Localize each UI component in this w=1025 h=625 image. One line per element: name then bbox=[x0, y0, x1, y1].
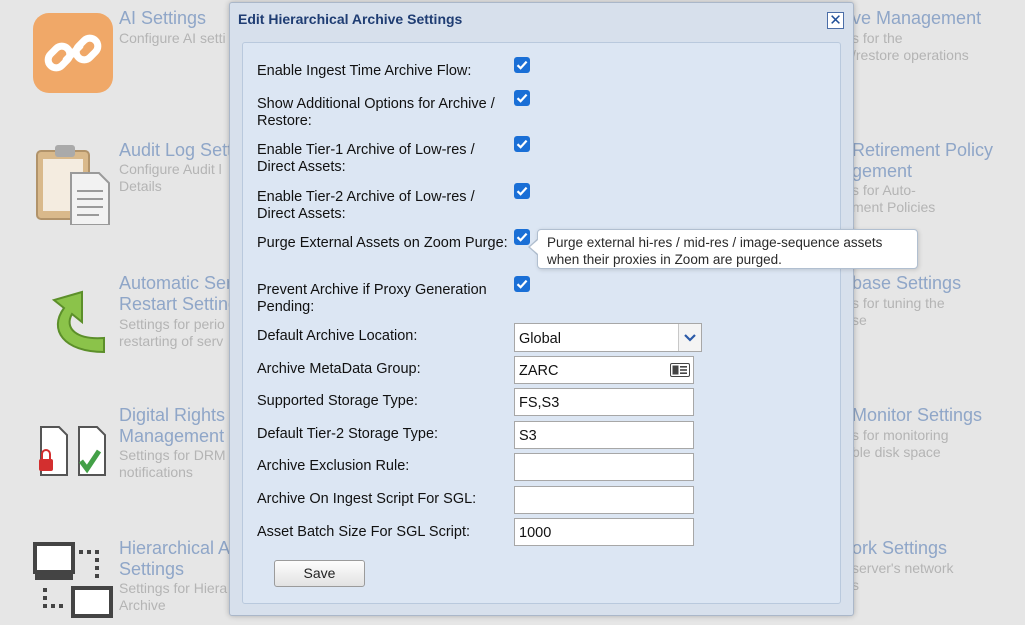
tile-description: Settings for DRM notifications bbox=[119, 447, 226, 480]
settings-form: Enable Ingest Time Archive Flow: Show Ad… bbox=[242, 42, 841, 604]
enable-tier2-archive-label: Enable Tier-2 Archive of Low-res / Direc… bbox=[257, 189, 475, 222]
tile-description: s for Auto- ment Policies bbox=[852, 182, 936, 215]
locked-approved-documents-icon bbox=[35, 415, 115, 495]
archive-exclusion-rule-label: Archive Exclusion Rule: bbox=[257, 458, 410, 474]
save-button[interactable]: Save bbox=[274, 560, 365, 587]
enable-ingest-archive-label: Enable Ingest Time Archive Flow: bbox=[257, 63, 472, 79]
tile-description: s for the /restore operations bbox=[852, 30, 969, 63]
archive-on-ingest-script-label: Archive On Ingest Script For SGL: bbox=[257, 491, 477, 507]
id-card-icon[interactable] bbox=[670, 363, 690, 382]
tile-description: s for tuning the se bbox=[852, 295, 945, 328]
tile-description: s for monitoring ble disk space bbox=[852, 427, 949, 460]
tile-description: server's network s bbox=[852, 560, 954, 593]
link-chain-icon bbox=[33, 13, 113, 93]
enable-tier1-archive-label: Enable Tier-1 Archive of Low-res / Direc… bbox=[257, 142, 475, 175]
edit-archive-settings-dialog: Edit Hierarchical Archive Settings ✕ Ena… bbox=[229, 2, 854, 616]
purge-assets-tooltip: Purge external hi-res / mid-res / image-… bbox=[537, 229, 918, 269]
chevron-down-icon[interactable] bbox=[678, 324, 701, 351]
tile-title-monitor-settings[interactable]: Monitor Settings bbox=[852, 405, 982, 426]
prevent-archive-proxy-checkbox[interactable] bbox=[514, 276, 530, 292]
selected-value: Global bbox=[519, 331, 561, 347]
tooltip-pointer-fill bbox=[530, 240, 538, 254]
enable-tier2-archive-checkbox[interactable] bbox=[514, 183, 530, 199]
tile-title-database-settings[interactable]: base Settings bbox=[852, 273, 961, 294]
tile-description: Configure Audit l Details bbox=[119, 161, 222, 194]
default-tier2-storage-type-label: Default Tier-2 Storage Type: bbox=[257, 426, 439, 442]
supported-storage-type-field[interactable]: FS,S3 bbox=[514, 388, 694, 416]
archive-on-ingest-script-field[interactable] bbox=[514, 486, 694, 514]
tile-title[interactable]: Digital Rights Management bbox=[119, 405, 225, 447]
purge-external-assets-label: Purge External Assets on Zoom Purge: bbox=[257, 235, 508, 251]
tile-description: Settings for Hiera Archive bbox=[119, 580, 228, 613]
default-archive-location-label: Default Archive Location: bbox=[257, 328, 418, 344]
tile-description: Configure AI setti bbox=[119, 30, 226, 46]
archive-metadata-group-label: Archive MetaData Group: bbox=[257, 361, 421, 377]
dialog-title: Edit Hierarchical Archive Settings bbox=[238, 11, 463, 27]
hierarchy-monitors-icon bbox=[33, 540, 113, 620]
field-value: ZARC bbox=[519, 363, 559, 379]
green-restart-arrow-icon bbox=[34, 278, 114, 358]
enable-ingest-archive-checkbox[interactable] bbox=[514, 57, 530, 73]
asset-batch-size-label: Asset Batch Size For SGL Script: bbox=[257, 524, 471, 540]
tile-title-network-settings[interactable]: ork Settings bbox=[852, 538, 947, 559]
show-additional-options-checkbox[interactable] bbox=[514, 90, 530, 106]
tile-title[interactable]: Automatic Ser Restart Setting bbox=[119, 273, 238, 315]
tile-title[interactable]: Hierarchical A Settings bbox=[119, 538, 230, 580]
supported-storage-type-label: Supported Storage Type: bbox=[257, 393, 418, 409]
tile-title[interactable]: Audit Log Setti bbox=[119, 140, 236, 161]
show-additional-options-label: Show Additional Options for Archive / Re… bbox=[257, 96, 495, 129]
asset-batch-size-field[interactable]: 1000 bbox=[514, 518, 694, 546]
tile-title-archive-management[interactable]: ve Management bbox=[852, 8, 981, 29]
clipboard-document-icon bbox=[35, 145, 115, 226]
default-archive-location-select[interactable]: Global bbox=[514, 323, 702, 352]
default-tier2-storage-type-field[interactable]: S3 bbox=[514, 421, 694, 449]
prevent-archive-proxy-label: Prevent Archive if Proxy Generation Pend… bbox=[257, 282, 487, 315]
archive-metadata-group-field[interactable]: ZARC bbox=[514, 356, 694, 384]
enable-tier1-archive-checkbox[interactable] bbox=[514, 136, 530, 152]
tile-title[interactable]: AI Settings bbox=[119, 8, 206, 29]
tile-title-retirement-policy[interactable]: Retirement Policy gement bbox=[852, 140, 993, 182]
tile-description: Settings for perio restarting of serv bbox=[119, 316, 225, 349]
close-icon[interactable]: ✕ bbox=[827, 12, 844, 29]
archive-exclusion-rule-field[interactable] bbox=[514, 453, 694, 481]
